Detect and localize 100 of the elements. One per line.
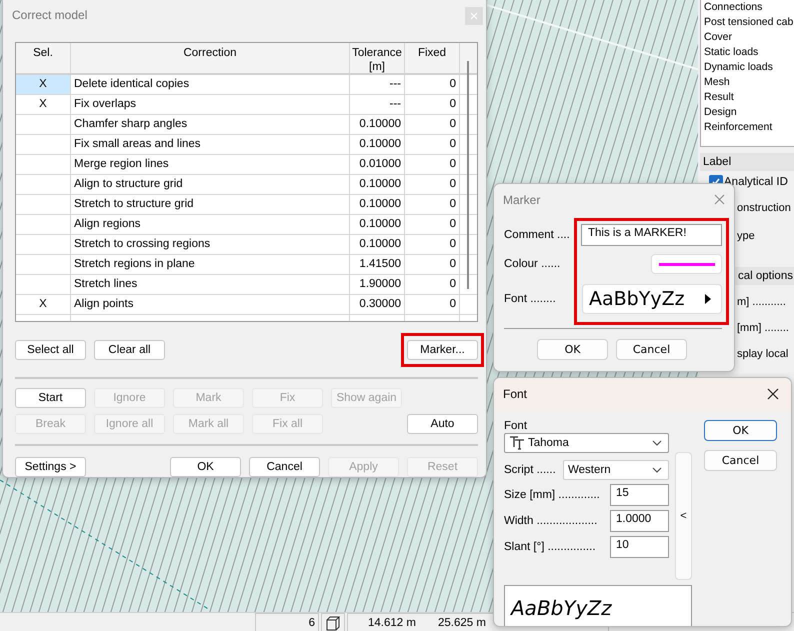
table-cell: 0 (405, 295, 460, 314)
select-button[interactable]: Clear all (94, 340, 165, 360)
list-item[interactable]: Mesh (701, 75, 794, 90)
checkbox-label: Analytical ID (724, 176, 788, 188)
table-cell: 1.41500 (350, 255, 405, 274)
window-title: Font (503, 387, 528, 401)
width-field[interactable]: 1.0000 (610, 510, 669, 532)
table-cell: Stretch to crossing regions (71, 235, 350, 254)
selection-cell[interactable]: X (16, 95, 71, 114)
dialog-button[interactable]: Cancel (249, 457, 320, 477)
selection-cell[interactable]: X (16, 75, 71, 94)
list-item[interactable]: Reinforcement (701, 120, 794, 135)
script-dropdown[interactable]: Western (563, 460, 669, 480)
field-label: Slant [°] ............... (504, 541, 596, 553)
table-cell: 0.01000 (350, 155, 405, 174)
auto-button[interactable]: Auto (407, 414, 478, 434)
option-label: splay local (737, 347, 788, 362)
list-item[interactable]: Cover (701, 30, 794, 45)
field-label: Font (504, 420, 528, 432)
column-header[interactable]: Tolerance [m] (350, 43, 405, 73)
field-label: Size [mm] ............. (504, 489, 600, 501)
table-cell: Align regions (71, 215, 350, 234)
list-item[interactable]: Connections (701, 0, 794, 15)
table-cell: Align to structure grid (71, 175, 350, 194)
action-button[interactable]: Start (15, 388, 86, 408)
dialog-button[interactable]: Cancel (704, 450, 777, 471)
option-label: onstruction (737, 201, 791, 216)
option-label: m] ........... (737, 295, 786, 310)
table-cell: Align points (71, 295, 350, 314)
list-item[interactable]: Result (701, 90, 794, 105)
option-label: [mm] ........ (737, 321, 789, 336)
table-cell: Stretch lines (71, 275, 350, 294)
dialog-button[interactable]: OK (170, 457, 241, 477)
table-cell: 0.10000 (350, 235, 405, 254)
table-cell: 0.10000 (350, 215, 405, 234)
table-cell: Stretch to structure grid (71, 195, 350, 214)
table-cell: 0.10000 (350, 175, 405, 194)
selection-cell[interactable]: X (16, 295, 71, 314)
dialog-button[interactable]: OK (537, 339, 608, 360)
chevron-icon (652, 467, 662, 473)
table-cell: 0 (405, 175, 460, 194)
field-label: Colour ...... (504, 258, 560, 270)
marker-button[interactable]: Marker... (407, 340, 478, 360)
font-preview: AaBbYyZz (504, 585, 692, 626)
field-label: Width ................... (504, 515, 598, 527)
list-item[interactable]: Design (701, 105, 794, 120)
table-cell: 0 (405, 215, 460, 234)
table-cell: 0 (405, 255, 460, 274)
section-header: Label (700, 153, 794, 171)
field-label: Script ...... (504, 464, 556, 476)
scrollbar[interactable] (467, 61, 469, 289)
field-label: Comment .... (504, 229, 570, 241)
close-icon (470, 12, 478, 20)
table-cell: 0.30000 (350, 295, 405, 314)
window-title: Marker (503, 193, 540, 207)
table-cell: --- (350, 95, 405, 114)
cube-icon (325, 615, 341, 631)
column-header[interactable]: Sel. (16, 43, 71, 73)
table-cell: 0.10000 (350, 135, 405, 154)
close-button[interactable] (465, 7, 483, 25)
table-cell: --- (350, 75, 405, 94)
table-cell: Chamfer sharp angles (71, 115, 350, 134)
column-header[interactable]: Fixed (405, 43, 460, 73)
font-button[interactable]: AaBbYyZz (582, 284, 722, 314)
table-cell: Stretch regions in plane (71, 255, 350, 274)
settings-button[interactable]: Settings > (15, 457, 86, 477)
dialog-button[interactable]: OK (704, 420, 777, 441)
colour-button[interactable] (651, 254, 722, 274)
x-coordinate: 14.612 m (368, 617, 416, 629)
option-label: ype (737, 229, 755, 244)
table-cell: 0 (405, 235, 460, 254)
table-cell: 0 (405, 135, 460, 154)
caret-icon (705, 294, 711, 304)
slant-field[interactable]: 10 (610, 536, 669, 558)
table-cell: Merge region lines (71, 155, 350, 174)
comment-field[interactable]: This is a MARKER! (581, 224, 722, 246)
select-button[interactable]: Select all (15, 340, 86, 360)
table-cell: 0 (405, 75, 460, 94)
font-dropdown[interactable]: Tahoma (504, 433, 669, 453)
column-header[interactable]: Correction (71, 43, 350, 73)
table-cell: 0 (405, 155, 460, 174)
status-count: 6 (255, 613, 319, 631)
table-cell: 0 (405, 275, 460, 294)
list-item[interactable]: Post tensioned cab (701, 15, 794, 30)
table-cell: 1.90000 (350, 275, 405, 294)
close-icon[interactable] (767, 388, 779, 400)
table-cell: Fix overlaps (71, 95, 350, 114)
table-cell: Delete identical copies (71, 75, 350, 94)
list-item[interactable]: Static loads (701, 45, 794, 60)
window-title: Correct model (12, 8, 88, 22)
font-icon (509, 436, 525, 450)
table-cell: 0 (405, 115, 460, 134)
table-cell: 0.10000 (350, 115, 405, 134)
size-field[interactable]: 15 (610, 484, 669, 506)
dialog-button[interactable]: Cancel (616, 339, 687, 360)
list-item[interactable]: Dynamic loads (701, 60, 794, 75)
table-cell: 0 (405, 95, 460, 114)
collapse-button[interactable]: < (675, 452, 692, 580)
table-cell: Fix small areas and lines (71, 135, 350, 154)
table-cell: 0.10000 (350, 195, 405, 214)
